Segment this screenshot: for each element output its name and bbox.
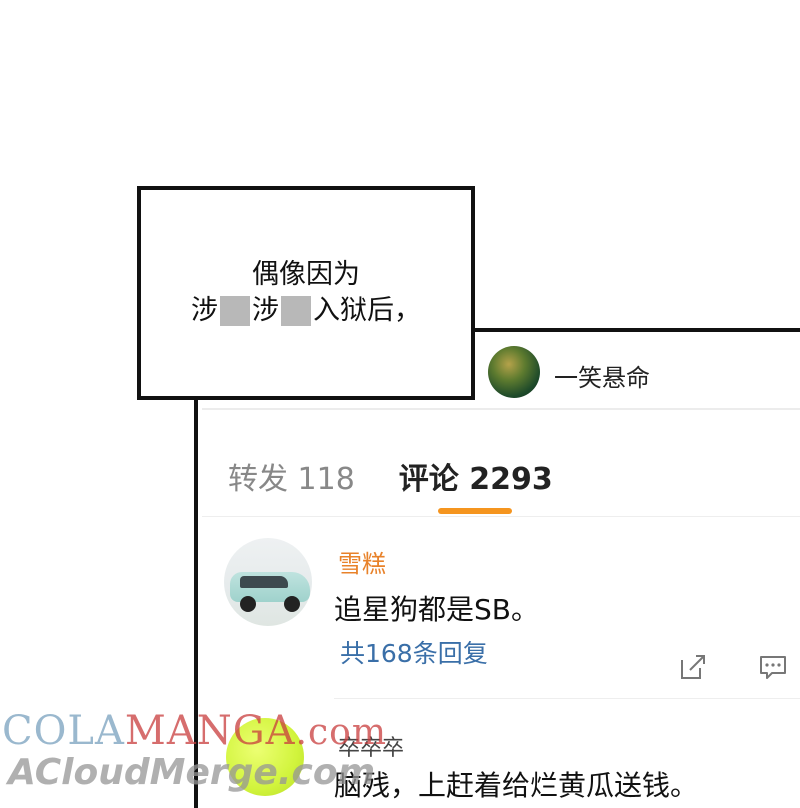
watermark: ACloudMerge.com: [8, 752, 376, 793]
watermark-text: COLA: [2, 708, 125, 754]
avatar[interactable]: [224, 538, 312, 626]
censor-block: [220, 296, 250, 326]
caption-text-2c: 入狱后，: [313, 295, 421, 326]
watermark: COLAMANGA.com: [2, 708, 387, 754]
caption-box: 偶像因为 涉 涉 入狱后，: [137, 186, 475, 400]
avatar[interactable]: [488, 346, 540, 398]
tab-reposts[interactable]: 转发 118: [228, 454, 355, 498]
reply-count-link[interactable]: 共168条回复: [340, 634, 488, 670]
watermark-text: MANGA: [124, 708, 296, 754]
caption-text-1: 偶像因为: [252, 259, 360, 290]
caption-line-1: 偶像因为: [252, 257, 360, 293]
caption-text-2b: 涉: [252, 295, 279, 326]
watermark-text: .com: [295, 712, 387, 753]
active-tab-indicator: [438, 508, 512, 514]
comment-text: 追星狗都是SB。: [334, 593, 539, 626]
caption-line-2: 涉 涉 入狱后，: [191, 293, 421, 329]
caption-text-2a: 涉: [191, 295, 218, 326]
comment-tabs: 转发 118 评论 2293: [228, 454, 553, 498]
divider: [334, 698, 800, 699]
share-icon[interactable]: [678, 652, 708, 682]
divider: [202, 408, 800, 410]
car-wheel: [240, 596, 256, 612]
censor-block: [281, 296, 311, 326]
comment-icon[interactable]: [758, 652, 788, 682]
car-wheel: [284, 596, 300, 612]
car-window: [240, 576, 288, 588]
divider: [202, 516, 800, 517]
post-username[interactable]: 一笑悬命: [554, 358, 650, 393]
comment-username[interactable]: 雪糕: [338, 544, 386, 579]
comment-text: 脑残，上赶着给烂黄瓜送钱。: [334, 769, 699, 802]
tab-comments[interactable]: 评论 2293: [399, 454, 553, 498]
